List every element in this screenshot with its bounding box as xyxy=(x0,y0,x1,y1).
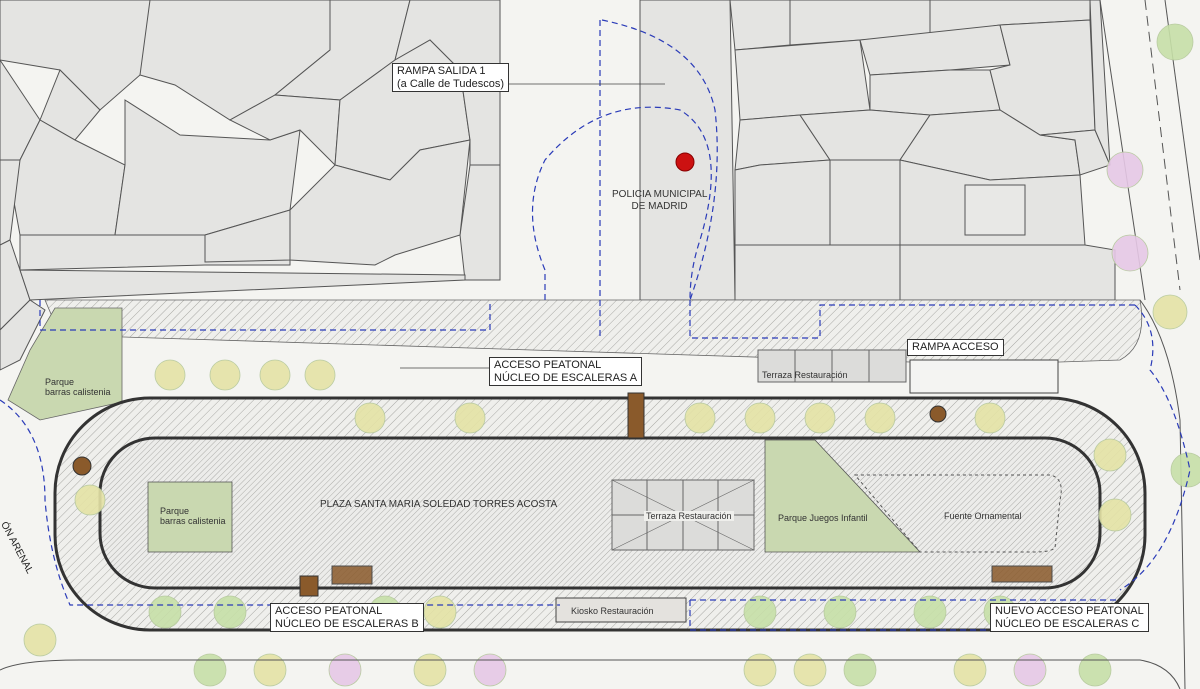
parque-juegos-text: Parque Juegos Infantil xyxy=(778,513,868,523)
rampa-salida-subtitle: (a Calle de Tudescos) xyxy=(397,77,504,90)
label-fuente: Fuente Ornamental xyxy=(944,511,1022,521)
terraza-north-text: Terraza Restauración xyxy=(762,370,848,380)
label-calistenia-inner: Parque barras calistenia xyxy=(160,506,226,527)
stairs-c xyxy=(991,565,1053,583)
fuente-text: Fuente Ornamental xyxy=(944,511,1022,521)
stairs-a xyxy=(627,392,645,439)
label-policia: POLICIA MUNICIPAL DE MADRID xyxy=(612,189,707,212)
label-acceso-a: ACCESO PEATONAL NÚCLEO DE ESCALERAS A xyxy=(489,357,643,387)
calistenia-west-line-1: Parque xyxy=(45,377,75,387)
brown-planter-east xyxy=(929,405,947,423)
label-parque-juegos: Parque Juegos Infantil xyxy=(778,513,868,523)
calistenia-west-line-2: barras calistenia xyxy=(45,387,111,398)
stairs-b-steps xyxy=(331,565,373,585)
terraza-center-text: Terraza Restauración xyxy=(646,511,732,521)
rampa-acceso-text: RAMPA ACCESO xyxy=(912,341,999,353)
label-rampa-acceso: RAMPA ACCESO xyxy=(907,339,1004,356)
acceso-b-line-1: ACCESO PEATONAL xyxy=(275,605,383,617)
label-kiosko: Kiosko Restauración xyxy=(571,606,654,616)
label-plaza-name: PLAZA SANTA MARIA SOLEDAD TORRES ACOSTA xyxy=(320,499,557,511)
rampa-acceso-structure xyxy=(909,359,1059,394)
buildings-northeast xyxy=(729,0,1116,301)
label-acceso-b: ACCESO PEATONAL NÚCLEO DE ESCALERAS B xyxy=(270,603,424,633)
site-plan-map xyxy=(0,0,1200,689)
calistenia-inner-line-1: Parque xyxy=(160,506,190,516)
acceso-a-line-2: NÚCLEO DE ESCALERAS A xyxy=(494,371,638,384)
label-calistenia-west: Parque barras calistenia xyxy=(45,377,111,398)
label-terraza-center: Terraza Restauración xyxy=(644,511,734,522)
policia-line-2: DE MADRID xyxy=(631,200,688,212)
acceso-c-line-1: NUEVO ACCESO PEATONAL xyxy=(995,605,1144,617)
kiosko-text: Kiosko Restauración xyxy=(571,606,654,616)
label-rampa-salida: RAMPA SALIDA 1 (a Calle de Tudescos) xyxy=(392,63,509,93)
stairs-b xyxy=(299,575,319,597)
brown-planter-west xyxy=(72,456,92,476)
calistenia-inner-line-2: barras calistenia xyxy=(160,516,226,527)
acceso-b-line-2: NÚCLEO DE ESCALERAS B xyxy=(275,617,419,630)
rampa-salida-title: RAMPA SALIDA 1 xyxy=(397,65,486,77)
plaza-name-text: PLAZA SANTA MARIA SOLEDAD TORRES ACOSTA xyxy=(320,499,558,510)
policia-line-1: POLICIA MUNICIPAL xyxy=(612,189,708,200)
police-building xyxy=(639,0,736,301)
acceso-a-line-1: ACCESO PEATONAL xyxy=(494,359,602,371)
label-terraza-north: Terraza Restauración xyxy=(762,370,848,380)
location-marker xyxy=(675,152,695,172)
road-south xyxy=(0,659,1181,689)
acceso-c-line-2: NÚCLEO DE ESCALERAS C xyxy=(995,617,1140,630)
label-acceso-c: NUEVO ACCESO PEATONAL NÚCLEO DE ESCALERA… xyxy=(990,603,1149,633)
